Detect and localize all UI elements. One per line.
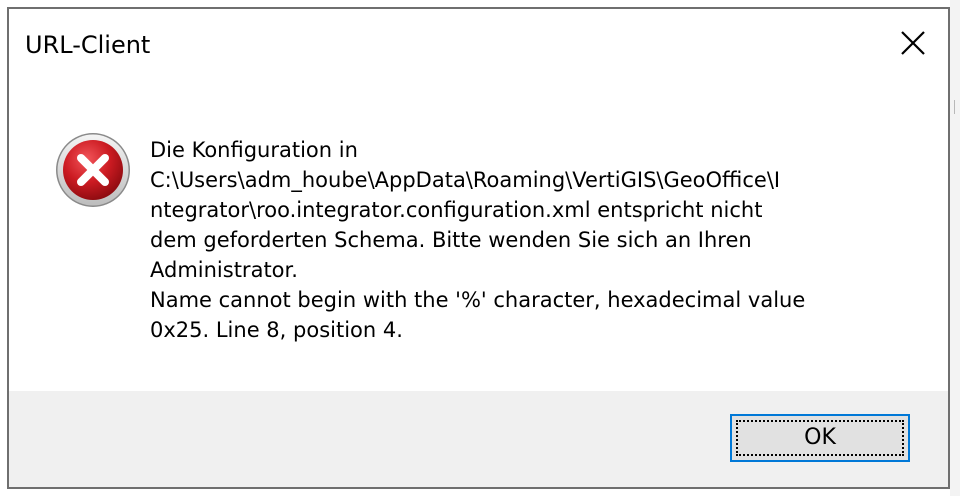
close-icon (901, 31, 925, 55)
error-icon (56, 133, 130, 207)
message-line: dem geforderten Schema. Bitte wenden Sie… (150, 228, 752, 252)
message-line: Name cannot begin with the '%' character… (150, 288, 806, 312)
background-window-divider (954, 100, 955, 114)
button-bar: OK (9, 391, 948, 487)
error-dialog: URL-Client Die Konfiguration in C:\Users… (7, 7, 950, 489)
message-line: Administrator. (150, 258, 298, 282)
message-line: 0x25. Line 8, position 4. (150, 318, 403, 342)
ok-button-label: OK (804, 425, 836, 450)
dialog-content: Die Konfiguration in C:\Users\adm_hoube\… (9, 77, 948, 391)
title-bar[interactable]: URL-Client (9, 9, 948, 77)
close-button[interactable] (885, 15, 941, 71)
message-line: C:\Users\adm_hoube\AppData\Roaming\Verti… (150, 168, 781, 192)
ok-button[interactable]: OK (730, 414, 910, 462)
message-line: Die Konfiguration in (150, 138, 358, 162)
background-window-edge (950, 0, 960, 496)
window-title: URL-Client (25, 31, 151, 59)
error-message: Die Konfiguration in C:\Users\adm_hoube\… (150, 135, 890, 345)
message-line: ntegrator\roo.integrator.configuration.x… (150, 198, 763, 222)
